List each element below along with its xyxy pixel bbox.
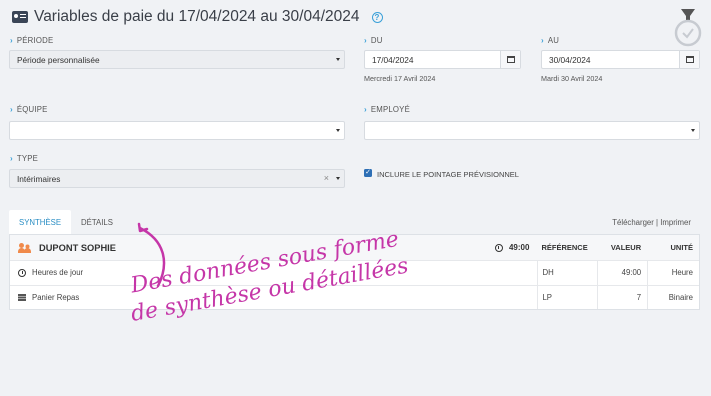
chevron-down-icon <box>691 129 695 132</box>
du-date-input[interactable]: 17/04/2024 <box>364 50 521 69</box>
au-label: › Au <box>541 36 560 45</box>
col-header-value: Valeur <box>610 243 642 252</box>
filter-clock-icon[interactable] <box>672 8 706 48</box>
type-label: › Type <box>10 154 39 163</box>
inclure-pointage-checkbox[interactable]: ✓ <box>364 169 372 177</box>
employe-label: › Employé <box>364 105 410 114</box>
type-select[interactable]: Intérimaires × <box>9 169 345 188</box>
calendar-icon[interactable] <box>500 51 520 68</box>
au-date-caption: Mardi 30 Avril 2024 <box>541 74 603 83</box>
equipe-select[interactable] <box>9 121 345 140</box>
calendar-icon[interactable] <box>679 51 699 68</box>
au-date-input[interactable]: 30/04/2024 <box>541 50 700 69</box>
du-date-caption: Mercredi 17 Avril 2024 <box>364 74 436 83</box>
export-links: Télécharger | Imprimer <box>612 218 691 227</box>
chevron-down-icon <box>336 129 340 132</box>
meal-icon <box>18 293 26 301</box>
clock-icon <box>494 243 503 252</box>
imprimer-link[interactable]: Imprimer <box>660 218 691 227</box>
col-header-unit: Unité <box>670 243 693 252</box>
employe-select[interactable] <box>364 121 700 140</box>
employee-name: DUPONT SOPHIE <box>39 242 116 253</box>
telecharger-link[interactable]: Télécharger <box>612 218 654 227</box>
chevron-down-icon <box>336 58 340 61</box>
employee-hours: 49:00 <box>453 243 538 252</box>
inclure-pointage-label: Inclure le pointage prévisionnel <box>377 170 519 179</box>
du-label: › Du <box>364 36 383 45</box>
id-card-icon <box>12 11 28 23</box>
periode-label: › Période <box>10 36 54 45</box>
page-header: Variables de paie du 17/04/2024 au 30/04… <box>12 6 383 28</box>
equipe-label: › Équipe <box>10 105 48 114</box>
periode-select[interactable]: Période personnalisée <box>9 50 345 69</box>
view-tabs: Synthèse Détails <box>9 210 123 234</box>
clock-icon <box>18 268 26 277</box>
chevron-down-icon <box>336 177 340 180</box>
tab-synthese[interactable]: Synthèse <box>9 210 72 234</box>
page-title: Variables de paie du 17/04/2024 au 30/04… <box>34 8 360 25</box>
help-icon[interactable]: ? <box>371 11 383 23</box>
col-header-ref: Référence <box>541 243 588 252</box>
tab-details[interactable]: Détails <box>71 210 123 234</box>
clear-icon[interactable]: × <box>324 173 329 183</box>
people-icon <box>18 242 32 253</box>
